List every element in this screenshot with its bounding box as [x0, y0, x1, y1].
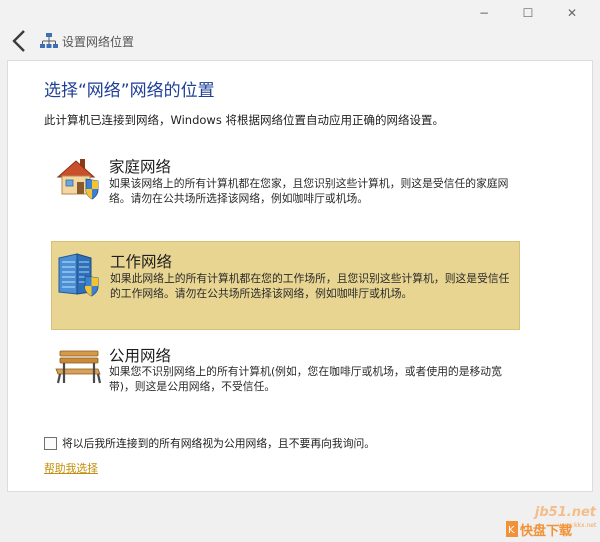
option-title: 家庭网络 [109, 158, 172, 176]
window-title: 设置网络位置 [62, 35, 135, 49]
minimize-button[interactable]: − [462, 2, 506, 24]
title-bar: 设置网络位置 − ☐ ✕ [0, 0, 600, 60]
watermark: jb51.net K 快盘下载 www.kkx.net [506, 505, 596, 541]
network-icon [40, 33, 58, 48]
back-button[interactable] [8, 28, 32, 54]
maximize-button[interactable]: ☐ [506, 2, 550, 24]
option-title: 公用网络 [109, 347, 172, 365]
chevron-left-icon [12, 30, 25, 52]
watermark-site: www.kkx.net [558, 522, 597, 529]
house-shield-icon [56, 159, 99, 200]
option-home-network[interactable]: 家庭网络 如果该网络上的所有计算机都在您家，且您识别这些计算机，则这是受信任的家… [51, 149, 520, 227]
svg-text:K: K [508, 525, 515, 536]
office-building-shield-icon [58, 253, 99, 297]
page-heading: 选择“网络”网络的位置 [44, 81, 215, 101]
checkbox-label: 将以后我所连接到的所有网络视为公用网络，且不要再向我询问。 [62, 437, 376, 450]
option-description: 如果此网络上的所有计算机都在您的工作场所，且您识别这些计算机，则这是受信任的工作… [110, 272, 510, 300]
page-description: 此计算机已连接到网络，Windows 将根据网络位置自动应用正确的网络设置。 [44, 113, 444, 127]
watermark-logo-icon: K [506, 521, 518, 537]
treat-all-public-checkbox[interactable] [44, 436, 57, 450]
close-button[interactable]: ✕ [550, 2, 594, 24]
treat-all-public-option[interactable]: 将以后我所连接到的所有网络视为公用网络，且不要再向我询问。 [44, 435, 375, 451]
window-controls: − ☐ ✕ [462, 2, 594, 24]
watermark-logo: K 快盘下载 www.kkx.net [506, 520, 596, 540]
dialog-content: 选择“网络”网络的位置 此计算机已连接到网络，Windows 将根据网络位置自动… [7, 60, 593, 492]
option-work-network[interactable]: 工作网络 如果此网络上的所有计算机都在您的工作场所，且您识别这些计算机，则这是受… [51, 241, 520, 330]
option-title: 工作网络 [110, 253, 173, 271]
option-description: 如果该网络上的所有计算机都在您家，且您识别这些计算机，则这是受信任的家庭网络。请… [109, 177, 509, 205]
option-public-network[interactable]: 公用网络 如果您不识别网络上的所有计算机(例如，您在咖啡厅或机场，或者使用的是移… [51, 341, 520, 409]
watermark-url: jb51.net [534, 505, 596, 520]
help-me-choose-link[interactable]: 帮助我选择 [44, 460, 98, 476]
option-description: 如果您不识别网络上的所有计算机(例如，您在咖啡厅或机场，或者使用的是移动宽带)，… [109, 365, 502, 393]
park-bench-icon [55, 350, 102, 384]
